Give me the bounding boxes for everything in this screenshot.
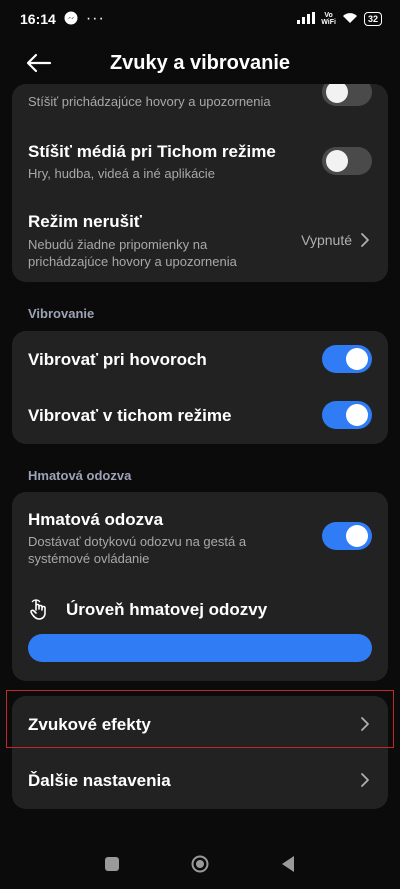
page-title: Zvuky a vibrovanie: [109, 52, 291, 74]
partial-toggle[interactable]: [322, 84, 372, 106]
back-triangle-icon[interactable]: [281, 855, 295, 873]
chevron-right-icon: [361, 717, 369, 731]
haptic-subtitle: Dostávať dotykovú odozvu na gestá a syst…: [28, 534, 247, 566]
chevron-right-icon: [361, 233, 369, 247]
section-label-haptic: Hmatová odozva: [28, 468, 132, 483]
messenger-icon: [64, 11, 78, 28]
home-icon[interactable]: [191, 855, 209, 873]
toggle-knob: [346, 525, 368, 547]
haptic-toggle[interactable]: [322, 522, 372, 550]
vowifi-icon: Vo WiFi: [321, 12, 336, 26]
vowifi-bottom: WiFi: [321, 19, 336, 26]
status-left: 16:14 ···: [20, 10, 105, 28]
dnd-title: Režim nerušiť: [28, 212, 142, 231]
status-time: 16:14: [20, 11, 56, 27]
card-vibration: Vibrovať pri hovoroch Vibrovať v tichom …: [12, 331, 388, 444]
row-more-settings[interactable]: Ďalšie nastavenia: [12, 752, 388, 809]
dnd-subtitle: Nebudú žiadne pripomienky na prichádzajú…: [28, 237, 237, 269]
battery-icon: 32: [363, 12, 382, 26]
toggle-knob: [326, 84, 348, 103]
row-partial[interactable]: Stíšiť prichádzajúce hovory a upozorneni…: [12, 84, 388, 118]
card-more: Zvukové efekty Ďalšie nastavenia: [12, 696, 388, 809]
mute-media-subtitle: Hry, hudba, videá a iné aplikácie: [28, 166, 215, 181]
row-mute-media[interactable]: Stíšiť médiá pri Tichom režime Hry, hudb…: [12, 130, 388, 186]
vibrate-calls-title: Vibrovať pri hovoroch: [28, 350, 207, 369]
row-do-not-disturb[interactable]: Režim nerušiť Nebudú žiadne pripomienky …: [12, 202, 388, 276]
haptic-level-slider[interactable]: [28, 634, 372, 662]
status-right: Vo WiFi 32: [297, 11, 382, 27]
touch-hand-icon: [30, 599, 46, 620]
more-notifications-icon: ···: [85, 10, 105, 27]
row-vibrate-calls[interactable]: Vibrovať pri hovoroch: [12, 331, 388, 387]
card-silent-settings: Stíšiť prichádzajúce hovory a upozorneni…: [12, 84, 388, 282]
toggle-knob: [346, 348, 368, 370]
status-bar: 16:14 ··· Vo WiFi 32: [0, 0, 400, 38]
chevron-right-icon: [361, 773, 369, 787]
row-haptic-level: Úroveň hmatovej odozvy: [12, 592, 388, 628]
mute-media-title: Stíšiť médiá pri Tichom režime: [28, 142, 276, 161]
vibrate-silent-toggle[interactable]: [322, 401, 372, 429]
haptic-title: Hmatová odozva: [28, 510, 164, 529]
section-label-vibration: Vibrovanie: [28, 306, 95, 321]
vibrate-calls-toggle[interactable]: [322, 345, 372, 373]
toggle-knob: [346, 404, 368, 426]
haptic-level-label: Úroveň hmatovej odozvy: [66, 600, 268, 619]
recent-apps-icon[interactable]: [105, 857, 119, 871]
mute-media-toggle[interactable]: [322, 147, 372, 175]
signal-icon: [297, 11, 316, 27]
card-haptic: Hmatová odozva Dostávať dotykovú odozvu …: [12, 492, 388, 681]
toggle-knob: [326, 150, 348, 172]
vowifi-top: Vo: [324, 12, 333, 19]
more-settings-title: Ďalšie nastavenia: [28, 771, 171, 790]
navigation-bar: [0, 840, 400, 889]
row-sound-effects[interactable]: Zvukové efekty: [12, 696, 388, 752]
dnd-value: Vypnuté: [301, 232, 352, 248]
row-vibrate-silent[interactable]: Vibrovať v tichom režime: [12, 387, 388, 444]
app-bar: Zvuky a vibrovanie: [0, 38, 400, 90]
partial-row-subtitle: Stíšiť prichádzajúce hovory a upozorneni…: [28, 94, 271, 109]
vibrate-silent-title: Vibrovať v tichom režime: [28, 406, 232, 425]
sound-effects-title: Zvukové efekty: [28, 715, 151, 734]
row-haptic-feedback[interactable]: Hmatová odozva Dostávať dotykovú odozvu …: [12, 492, 388, 572]
wifi-icon: [342, 11, 358, 27]
